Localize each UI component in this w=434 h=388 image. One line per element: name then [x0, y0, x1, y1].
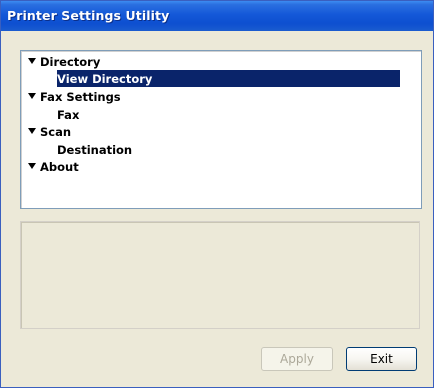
tree-item-label: Scan [40, 125, 72, 139]
client-area: Directory View Directory Fax Settings Fa… [5, 31, 429, 383]
title-bar[interactable]: Printer Settings Utility [1, 1, 433, 31]
tree-item-destination[interactable]: Destination [57, 142, 132, 158]
tree-item-label: About [40, 160, 79, 174]
exit-button[interactable]: Exit [346, 347, 417, 371]
expand-arrow-icon[interactable] [28, 163, 36, 169]
settings-tree: Directory View Directory Fax Settings Fa… [20, 50, 422, 209]
printer-settings-window: Printer Settings Utility Directory View … [0, 0, 434, 388]
apply-button[interactable]: Apply [261, 347, 333, 371]
tree-item-label: Directory [40, 55, 101, 69]
tree-item-label: View Directory [57, 72, 153, 86]
tree-item-label: Destination [57, 143, 133, 157]
tree-item-about[interactable]: About [28, 159, 79, 175]
tree-item-directory[interactable]: Directory [28, 54, 100, 70]
tree-item-fax-settings[interactable]: Fax Settings [28, 89, 121, 105]
settings-detail-panel [20, 221, 420, 329]
tree-item-view-directory[interactable]: View Directory [57, 71, 152, 87]
expand-arrow-icon[interactable] [28, 128, 36, 134]
expand-arrow-icon[interactable] [28, 58, 36, 64]
window-title: Printer Settings Utility [7, 8, 170, 23]
tree-item-label: Fax [57, 108, 80, 122]
tree-item-label: Fax Settings [40, 90, 121, 104]
tree-item-fax[interactable]: Fax [57, 107, 79, 123]
tree-item-scan[interactable]: Scan [28, 124, 71, 140]
expand-arrow-icon[interactable] [28, 93, 36, 99]
